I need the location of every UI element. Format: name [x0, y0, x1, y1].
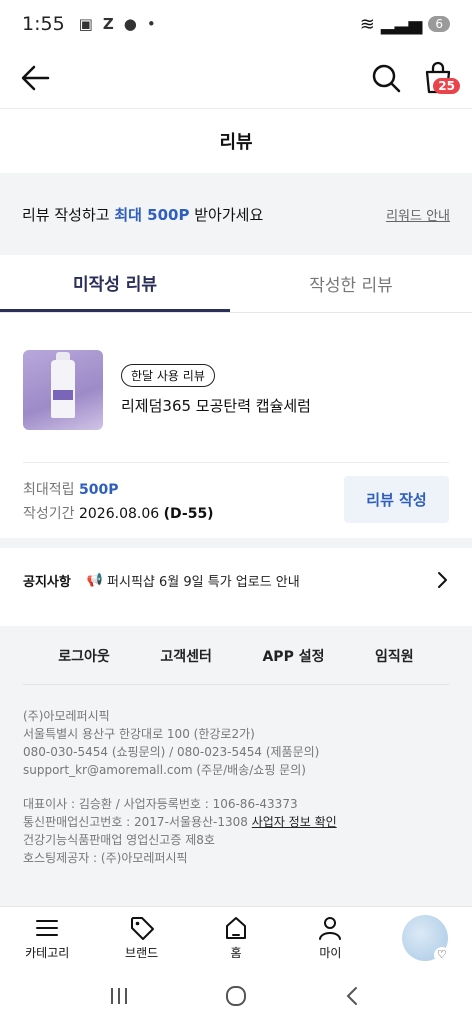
notice-bar[interactable]: 공지사항 📢 퍼시픽샵 6월 9일 특가 업로드 안내 [0, 548, 472, 612]
company-registration: 대표이사 : 김승환 / 사업자등록번호 : 106-86-43373 통신판매… [23, 797, 337, 865]
nav-my[interactable]: 마이 [283, 907, 377, 968]
nav-category[interactable]: 카테고리 [0, 907, 94, 968]
signal-icon: ▂▃▅ [380, 13, 423, 35]
cart-count-badge: 25 [433, 78, 460, 94]
search-icon [372, 64, 401, 93]
person-icon [319, 916, 342, 940]
system-navigation [0, 968, 472, 1024]
search-button[interactable] [368, 60, 404, 96]
company-contact: (주)아모레퍼시픽 서울특별시 용산구 한강대로 100 (한강로2가) 080… [23, 709, 320, 777]
bottom-navigation: 카테고리 브랜드 홈 마이 ♡ [0, 906, 472, 968]
tab-written-reviews[interactable]: 작성한 리뷰 [230, 255, 472, 312]
reward-highlight: 최대 500P [114, 205, 190, 224]
menu-icon [36, 919, 59, 936]
back-button[interactable] [18, 60, 54, 96]
logout-link[interactable]: 로그아웃 [58, 646, 110, 666]
app-header: 25 [0, 48, 472, 108]
product-divider [23, 462, 449, 463]
bottle-shape [51, 360, 75, 418]
product-thumbnail [23, 350, 103, 430]
company-info: (주)아모레퍼시픽 서울특별시 용산구 한강대로 100 (한강로2가) 080… [0, 685, 472, 867]
tab-unwritten-reviews[interactable]: 미작성 리뷰 [0, 255, 230, 312]
talk-icon: ● [123, 15, 137, 33]
reward-banner: 리뷰 작성하고 최대 500P 받아가세요 리워드 안내 [0, 173, 472, 255]
notice-title: 공지사항 [23, 574, 71, 590]
product-name: 리제덤365 모공탄력 캡슐세럼 [121, 397, 311, 415]
nav-home[interactable]: 홈 [189, 907, 283, 968]
back-nav-icon[interactable] [341, 984, 365, 1008]
nav-recent-product[interactable]: ♡ [378, 907, 472, 968]
home-circle-icon[interactable] [224, 984, 248, 1008]
z-icon: Z [102, 15, 114, 33]
recent-product-thumbnail: ♡ [401, 914, 450, 963]
tag-icon [130, 916, 154, 940]
employee-link[interactable]: 임직원 [375, 646, 414, 666]
home-icon [226, 916, 247, 939]
review-meta: 최대적립 500P 작성기간 2026.08.06 (D-55) [23, 478, 214, 526]
wifi-icon: ≋ [359, 13, 375, 35]
page-title: 리뷰 [219, 132, 253, 153]
review-tabs: 미작성 리뷰 작성한 리뷰 [0, 255, 472, 313]
nav-brand[interactable]: 브랜드 [94, 907, 188, 968]
reward-message: 리뷰 작성하고 최대 500P 받아가세요 [22, 205, 264, 224]
points-value: 500P [78, 482, 119, 498]
product-info: 한달 사용 리뷰 리제덤365 모공탄력 캡슐세럼 [121, 350, 311, 430]
cart-button[interactable]: 25 [418, 58, 460, 98]
megaphone-icon: 📢 [86, 572, 104, 588]
status-notification-icons: ▣ Z ● • [79, 15, 156, 33]
business-info-link[interactable]: 사업자 정보 확인 [252, 815, 337, 829]
recent-apps-icon[interactable] [107, 984, 131, 1008]
footer: 로그아웃 고객센터 APP 설정 임직원 (주)아모레퍼시픽 서울특별시 용산구… [0, 626, 472, 906]
section-gap [0, 538, 472, 548]
review-product-item[interactable]: 한달 사용 리뷰 리제덤365 모공탄력 캡슐세럼 [23, 350, 449, 430]
review-type-tag: 한달 사용 리뷰 [121, 364, 215, 387]
app-settings-link[interactable]: APP 설정 [262, 646, 324, 666]
period-dday: (D-55) [163, 506, 214, 522]
header-divider [0, 108, 472, 109]
heart-icon: ♡ [433, 946, 450, 963]
photo-icon: ▣ [78, 15, 93, 33]
arrow-left-icon [21, 65, 50, 91]
points-row: 최대적립 500P [23, 482, 119, 498]
section-gap-2 [0, 612, 472, 626]
battery-indicator: 6 [428, 16, 450, 32]
chevron-right-icon [438, 572, 447, 588]
notice-content: 📢 퍼시픽샵 6월 9일 특가 업로드 안내 [86, 572, 300, 590]
status-time: 1:55 [22, 13, 65, 35]
period-row: 작성기간 2026.08.06 (D-55) [23, 506, 214, 522]
status-bar: 1:55 ▣ Z ● • ≋ ▂▃▅ 6 [0, 0, 472, 48]
customer-center-link[interactable]: 고객센터 [160, 646, 212, 666]
footer-links: 로그아웃 고객센터 APP 설정 임직원 [23, 626, 449, 685]
dot-icon: • [146, 15, 156, 33]
write-review-button[interactable]: 리뷰 작성 [344, 476, 449, 523]
reward-guide-link[interactable]: 리워드 안내 [386, 205, 450, 224]
period-date: 2026.08.06 (D-55) [78, 506, 214, 522]
bottle-label-shape [53, 390, 73, 400]
